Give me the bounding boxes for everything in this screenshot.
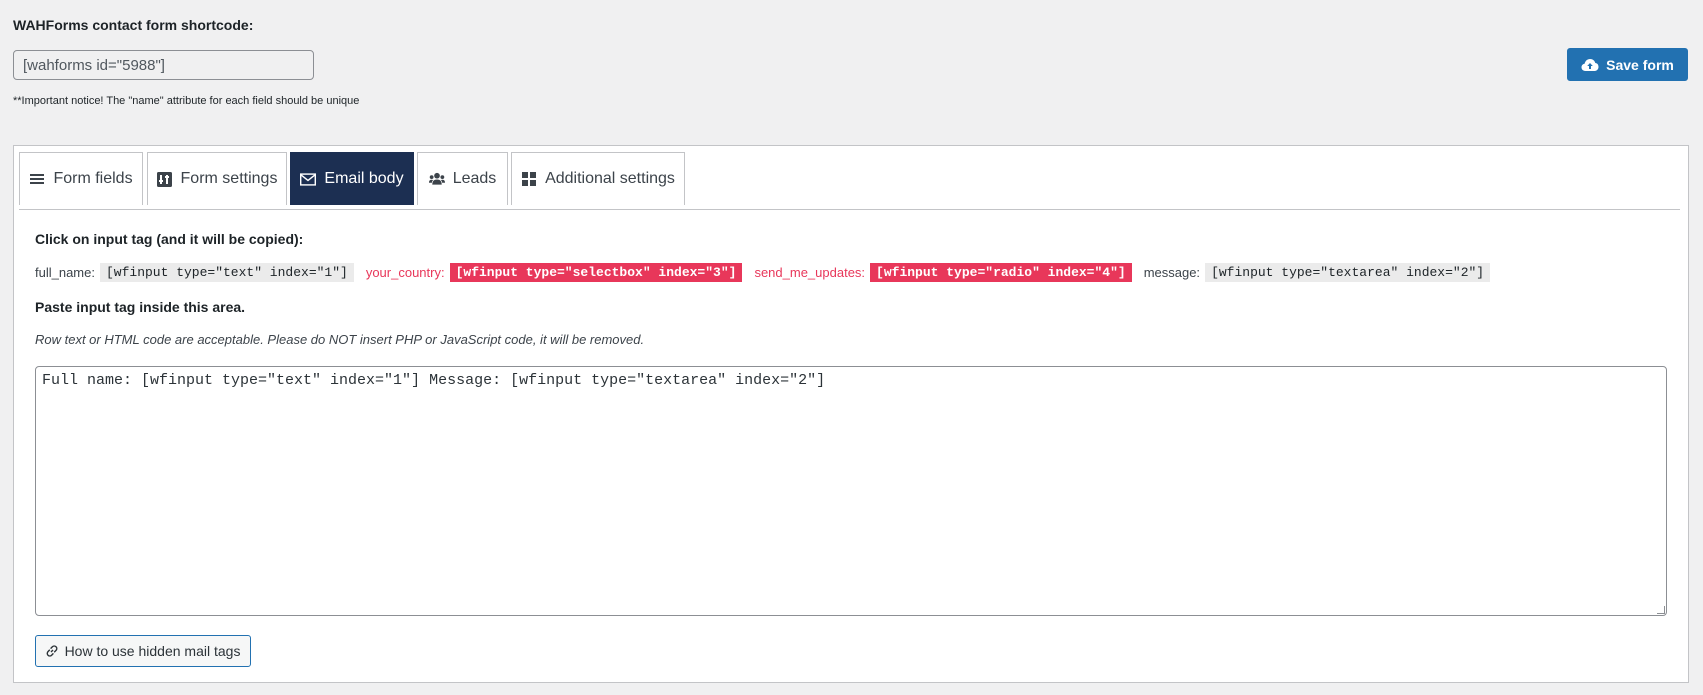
cloud-upload-icon	[1581, 58, 1599, 71]
tag-code-full-name[interactable]: [wfinput type="text" index="1"]	[99, 262, 354, 282]
link-icon	[46, 645, 58, 657]
textarea-resize-handle[interactable]	[1657, 606, 1665, 614]
users-icon	[428, 171, 445, 187]
save-form-label: Save form	[1606, 56, 1674, 73]
tab-label: Form settings	[180, 170, 278, 187]
form-editor-panel: Form fields Form settings Email body Lea…	[13, 145, 1689, 683]
tag-label-your-country: your_country:	[365, 264, 445, 280]
shortcode-title: WAHForms contact form shortcode:	[13, 17, 254, 33]
tag-label-send-me-updates: send_me_updates:	[754, 264, 866, 280]
menu-icon	[29, 171, 45, 187]
code-hint: Row text or HTML code are acceptable. Pl…	[35, 332, 645, 347]
tag-code-message[interactable]: [wfinput type="textarea" index="2"]	[1205, 262, 1491, 282]
tag-label-full-name: full_name:	[35, 264, 95, 280]
tab-email-body[interactable]: Email body	[290, 152, 414, 205]
tab-label: Email body	[324, 170, 404, 187]
help-button-label: How to use hidden mail tags	[64, 643, 241, 659]
unique-name-notice: **Important notice! The "name" attribute…	[13, 95, 360, 107]
tag-code-your-country[interactable]: [wfinput type="selectbox" index="3"]	[449, 262, 743, 282]
tab-label: Additional settings	[545, 170, 675, 187]
tab-bar: Form fields Form settings Email body Lea…	[19, 152, 1680, 210]
hidden-mail-tags-help-button[interactable]: How to use hidden mail tags	[35, 635, 251, 667]
tag-code-send-me-updates[interactable]: [wfinput type="radio" index="4"]	[870, 262, 1132, 282]
tag-label-message: message:	[1143, 264, 1201, 280]
save-form-button[interactable]: Save form	[1567, 48, 1688, 81]
tab-form-fields[interactable]: Form fields	[19, 152, 143, 205]
paste-area-title: Paste input tag inside this area.	[35, 299, 246, 315]
envelope-icon	[300, 171, 317, 187]
grid-icon	[521, 171, 537, 187]
email-body-content: Click on input tag (and it will be copie…	[35, 231, 1667, 347]
tab-label: Leads	[452, 170, 497, 187]
tab-additional-settings[interactable]: Additional settings	[511, 152, 685, 205]
page: WAHForms contact form shortcode: **Impor…	[0, 0, 1703, 695]
email-body-textarea[interactable]: Full name: [wfinput type="text" index="1…	[35, 366, 1667, 616]
shortcode-field[interactable]	[13, 50, 314, 80]
tab-leads[interactable]: Leads	[417, 152, 508, 205]
click-tags-title: Click on input tag (and it will be copie…	[35, 231, 304, 247]
settings-icon	[157, 171, 173, 187]
tab-label: Form fields	[53, 170, 133, 187]
tab-form-settings[interactable]: Form settings	[147, 152, 287, 205]
input-tags-list: full_name: [wfinput type="text" index="1…	[35, 261, 1667, 283]
